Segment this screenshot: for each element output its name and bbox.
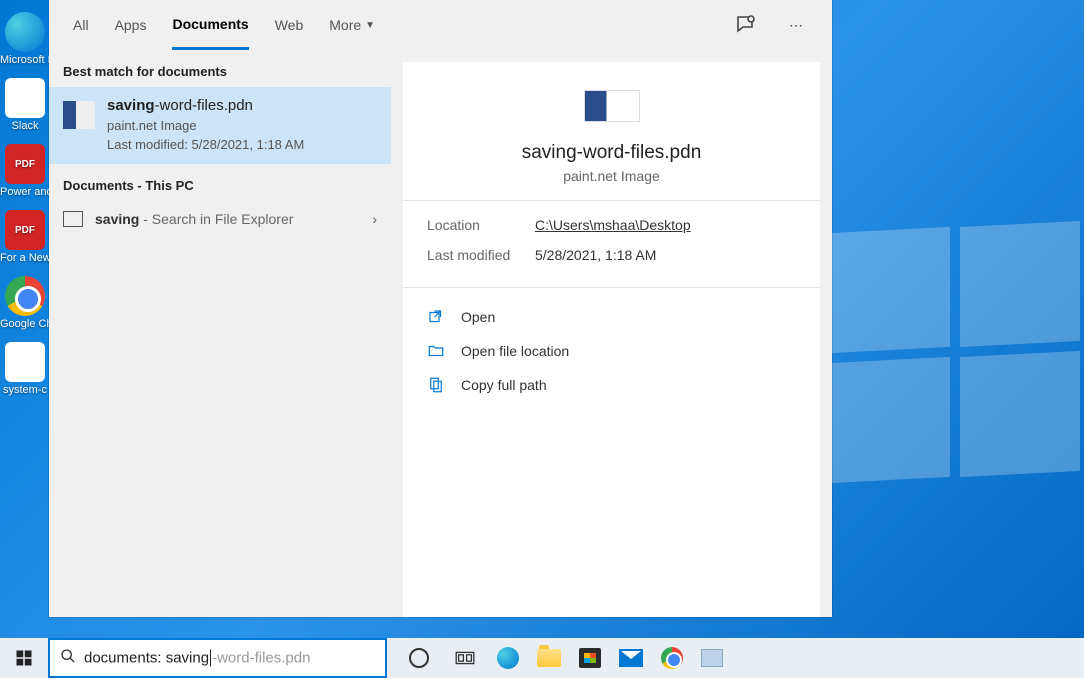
- cortana-icon[interactable]: [405, 644, 433, 672]
- folder-icon: [427, 342, 445, 360]
- search-tabbar: All Apps Documents Web More▼ ⋯: [49, 0, 832, 50]
- action-open-location[interactable]: Open file location: [427, 334, 796, 368]
- file-thumbnail-icon: [63, 101, 95, 129]
- search-flyout: All Apps Documents Web More▼ ⋯ Best matc…: [49, 0, 832, 617]
- preview-thumbnail-icon: [584, 90, 640, 122]
- best-match-heading: Best match for documents: [49, 50, 391, 87]
- taskbar-search-box[interactable]: documents: saving-word-files.pdn: [48, 638, 387, 678]
- desktop-icon-slack[interactable]: Slack: [1, 78, 49, 132]
- desktop-icon-pdf1[interactable]: PDFPower and Market G: [1, 144, 49, 198]
- results-column: Best match for documents saving-word-fil…: [49, 50, 391, 617]
- best-match-modified: Last modified: 5/28/2021, 1:18 AM: [107, 137, 377, 152]
- preview-title: saving-word-files.pdn: [403, 142, 820, 164]
- taskbar-app-icon[interactable]: [701, 649, 723, 667]
- tab-web[interactable]: Web: [275, 0, 304, 50]
- modified-value: 5/28/2021, 1:18 AM: [535, 247, 656, 263]
- more-options-icon[interactable]: ⋯: [784, 13, 808, 37]
- tab-more[interactable]: More▼: [329, 0, 375, 50]
- taskbar-store-icon[interactable]: [579, 648, 601, 668]
- documents-thispc-heading: Documents - This PC: [49, 164, 391, 201]
- tab-documents[interactable]: Documents: [172, 0, 248, 50]
- feedback-icon[interactable]: [734, 13, 758, 37]
- taskbar-mail-icon[interactable]: [619, 649, 643, 667]
- desktop-icon-chrome[interactable]: Google Chrome: [1, 276, 49, 330]
- desktop-icons: Microsoft Edge Slack PDFPower and Market…: [0, 0, 50, 620]
- tab-all[interactable]: All: [73, 0, 89, 50]
- taskbar-edge-icon[interactable]: [497, 647, 519, 669]
- start-button[interactable]: [0, 638, 48, 678]
- open-icon: [427, 308, 445, 326]
- taskbar-explorer-icon[interactable]: [537, 649, 561, 667]
- copy-icon: [427, 376, 445, 394]
- location-link[interactable]: C:\Users\mshaa\Desktop: [535, 217, 691, 233]
- taskbar-chrome-icon[interactable]: [661, 647, 683, 669]
- search-in-file-explorer[interactable]: saving - Search in File Explorer ›: [49, 201, 391, 237]
- chevron-down-icon: ▼: [365, 20, 375, 31]
- preview-type: paint.net Image: [403, 168, 820, 184]
- task-view-icon[interactable]: [451, 644, 479, 672]
- modified-label: Last modified: [427, 247, 535, 263]
- desktop-icon-pdf2[interactable]: PDFFor a New Liberty T: [1, 210, 49, 264]
- tab-apps[interactable]: Apps: [115, 0, 147, 50]
- search-icon: [60, 648, 76, 669]
- location-label: Location: [427, 217, 535, 233]
- preview-pane: saving-word-files.pdn paint.net Image Lo…: [403, 62, 820, 617]
- taskbar: documents: saving-word-files.pdn: [0, 638, 1084, 678]
- explorer-icon: [63, 211, 83, 227]
- best-match-type: paint.net Image: [107, 118, 377, 133]
- action-open[interactable]: Open: [427, 300, 796, 334]
- best-match-title: saving-word-files.pdn: [107, 97, 377, 114]
- action-copy-path[interactable]: Copy full path: [427, 368, 796, 402]
- chevron-right-icon: ›: [372, 211, 377, 227]
- windows-logo-watermark: [830, 230, 1084, 490]
- desktop-icon-edge[interactable]: Microsoft Edge: [1, 12, 49, 66]
- best-match-result[interactable]: saving-word-files.pdn paint.net Image La…: [49, 87, 391, 164]
- desktop-icon-file[interactable]: system-c: [1, 342, 49, 396]
